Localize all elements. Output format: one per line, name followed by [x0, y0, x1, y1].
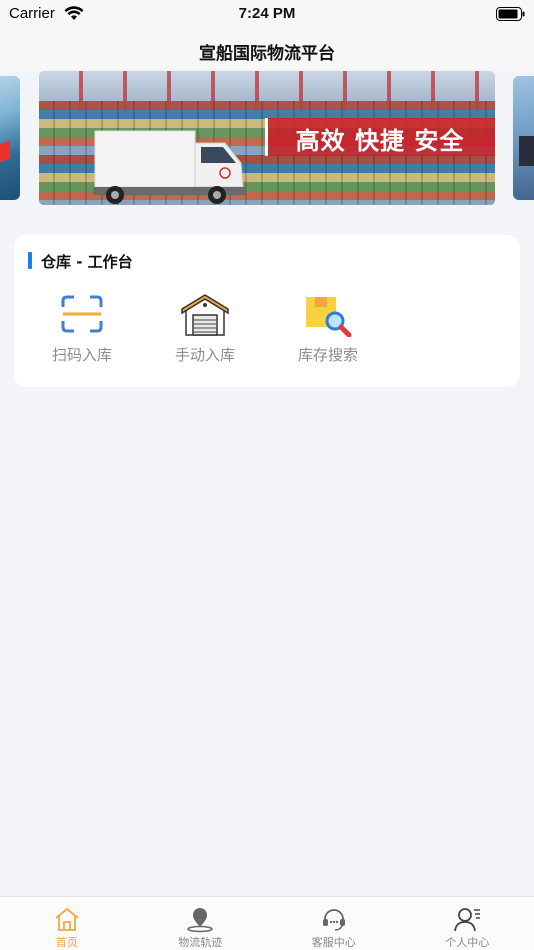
warehouse-workbench-card: 仓库 - 工作台 扫码入库 手动入库 库存搜索	[14, 235, 520, 387]
tab-label: 个人中心	[445, 936, 490, 949]
location-icon	[187, 908, 213, 933]
tab-label: 客服中心	[311, 936, 356, 949]
banner-slogan: 高效 快捷 安全	[295, 127, 465, 155]
battery-icon	[496, 7, 525, 21]
tab-profile[interactable]: 个人中心	[401, 897, 534, 950]
home-icon	[55, 907, 79, 931]
inventory-search-icon	[306, 297, 352, 337]
tab-home[interactable]: 首页	[0, 897, 134, 950]
scan-inbound-button[interactable]: 扫码入库	[27, 293, 137, 373]
manual-inbound-button[interactable]: 手动入库	[150, 293, 260, 373]
inventory-search-button[interactable]: 库存搜索	[273, 293, 383, 373]
user-icon	[454, 908, 481, 932]
banner-slide-current[interactable]: 高效 快捷 安全	[39, 71, 495, 205]
clock: 7:24 PM	[238, 5, 296, 22]
banner-carousel[interactable]: 高效 快捷 安全	[0, 70, 534, 210]
tab-bar: 首页 物流轨迹 客服中心 个人中心	[0, 896, 534, 950]
banner-slide-previous[interactable]	[0, 76, 20, 200]
section-title: 仓库 - 工作台	[41, 253, 133, 271]
section-accent-bar	[28, 252, 32, 269]
scan-icon	[61, 295, 103, 333]
tool-label: 手动入库	[174, 346, 235, 364]
tab-label: 物流轨迹	[178, 936, 223, 949]
status-bar: Carrier 7:24 PM	[0, 0, 534, 28]
page-title: 宣船国际物流平台	[199, 44, 335, 64]
tab-label: 首页	[55, 936, 78, 949]
tab-logistics-tracking[interactable]: 物流轨迹	[134, 897, 268, 950]
warehouse-icon	[181, 294, 229, 336]
headset-icon	[322, 909, 345, 931]
tool-label: 库存搜索	[297, 346, 358, 364]
navigation-bar: 宣船国际物流平台	[0, 28, 534, 70]
banner-slide-next[interactable]	[513, 76, 534, 200]
tool-label: 扫码入库	[51, 346, 112, 364]
truck-image	[93, 130, 245, 204]
tab-customer-service[interactable]: 客服中心	[267, 897, 401, 950]
